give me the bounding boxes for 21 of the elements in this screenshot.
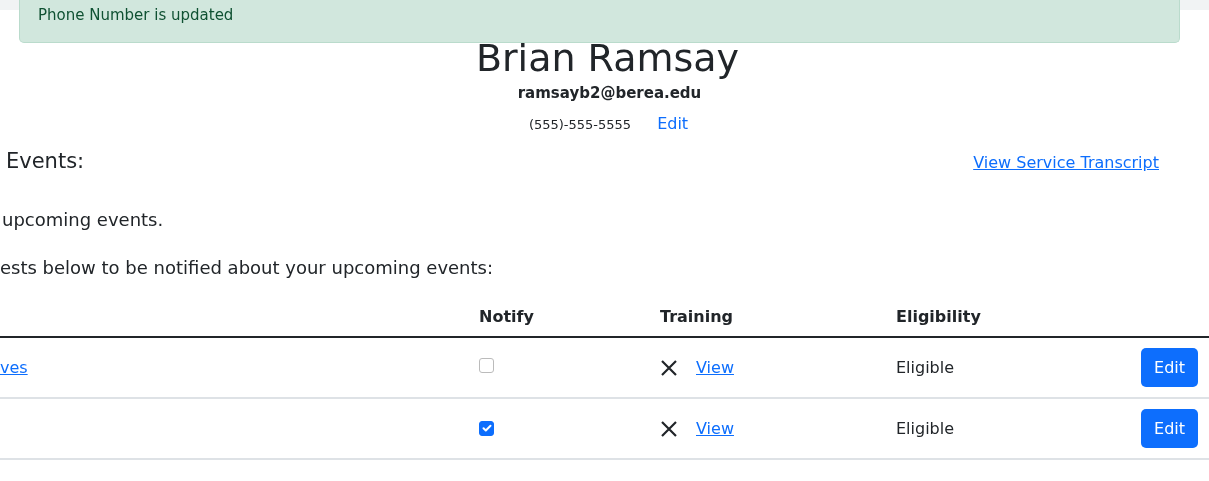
eligibility-cell-text: Eligible xyxy=(896,419,956,438)
notify-checkbox[interactable] xyxy=(479,420,494,436)
instruction-text: ests below to be notified about your upcoming events: xyxy=(0,257,494,278)
profile-name: Brian Ramsay xyxy=(474,38,741,78)
event-link[interactable]: ves xyxy=(0,358,28,377)
service-transcript-link[interactable]: View Service Transcript xyxy=(973,153,1159,172)
training-view-link[interactable]: View xyxy=(696,419,734,438)
profile-email: ramsayb2@berea.edu xyxy=(516,84,703,102)
column-header: Training xyxy=(660,306,735,326)
notify-checkbox[interactable] xyxy=(479,358,494,373)
column-header: Eligibility xyxy=(896,306,982,326)
edit-button[interactable]: Edit xyxy=(1141,348,1198,387)
phone-number: (555)-555-5555 xyxy=(528,117,632,132)
column-header: Notify xyxy=(479,306,535,326)
eligibility-cell-text: Eligible xyxy=(896,358,956,377)
training-view-link[interactable]: View xyxy=(696,358,734,377)
upcoming-text: upcoming events. xyxy=(1,209,165,230)
alert-message: Phone Number is updated xyxy=(38,8,234,23)
edit-button[interactable]: Edit xyxy=(1141,409,1198,448)
edit-phone-link[interactable]: Edit xyxy=(657,114,689,133)
section-heading: Events: xyxy=(6,149,85,173)
